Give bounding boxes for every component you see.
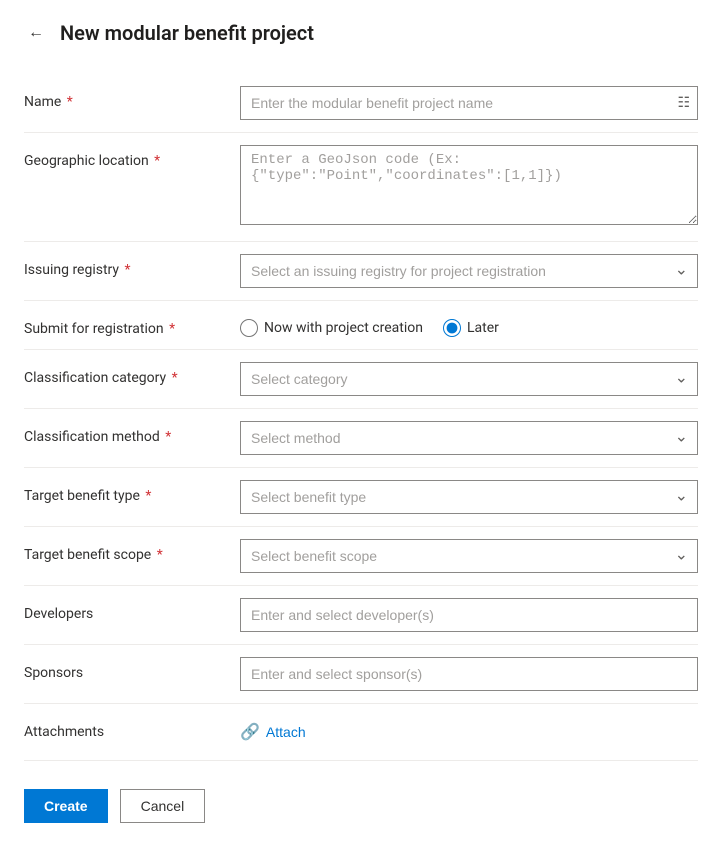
submit-now-label: Now with project creation	[264, 320, 423, 336]
cm-required-marker: *	[162, 429, 172, 445]
back-button[interactable]: ←	[24, 20, 48, 46]
submit-later-radio[interactable]	[443, 319, 461, 337]
submit-radio-group: Now with project creation Later	[240, 313, 698, 337]
attachments-row: Attachments 🔗 Attach	[24, 704, 698, 761]
benefit-type-select-wrapper: Select benefit type	[240, 480, 698, 514]
classification-method-select[interactable]: Select method	[240, 421, 698, 455]
page-header: ← New modular benefit project	[24, 20, 698, 46]
classification-category-select[interactable]: Select category	[240, 362, 698, 396]
name-row: Name * ☷	[24, 74, 698, 133]
classification-method-row: Classification method * Select method	[24, 409, 698, 468]
bs-required-marker: *	[153, 547, 163, 563]
issuing-required-marker: *	[121, 262, 131, 278]
benefit-scope-label: Target benefit scope *	[24, 539, 224, 563]
attachments-label: Attachments	[24, 716, 224, 740]
bt-required-marker: *	[142, 488, 152, 504]
create-button[interactable]: Create	[24, 789, 108, 823]
geo-row: Geographic location *	[24, 133, 698, 242]
submit-registration-field-wrapper: Now with project creation Later	[240, 313, 698, 337]
cancel-button[interactable]: Cancel	[120, 789, 206, 823]
submit-registration-row: Submit for registration * Now with proje…	[24, 301, 698, 350]
submit-later-option[interactable]: Later	[443, 319, 499, 337]
issuing-row: Issuing registry * Select an issuing reg…	[24, 242, 698, 301]
form-actions: Create Cancel	[24, 769, 698, 823]
submit-later-label: Later	[467, 320, 499, 336]
submit-required-marker: *	[166, 321, 176, 337]
geo-input[interactable]	[240, 145, 698, 225]
sponsors-field-wrapper	[240, 657, 698, 691]
issuing-select[interactable]: Select an issuing registry for project r…	[240, 254, 698, 288]
classification-method-field-wrapper: Select method	[240, 421, 698, 455]
submit-now-option[interactable]: Now with project creation	[240, 319, 423, 337]
name-input[interactable]	[240, 86, 698, 120]
submit-registration-label: Submit for registration *	[24, 313, 224, 337]
classification-category-select-wrapper: Select category	[240, 362, 698, 396]
name-input-wrapper: ☷	[240, 86, 698, 120]
classification-category-label: Classification category *	[24, 362, 224, 386]
geo-label: Geographic location *	[24, 145, 224, 169]
geo-required-marker: *	[151, 153, 161, 169]
name-field-wrapper: ☷	[240, 86, 698, 120]
classification-method-select-wrapper: Select method	[240, 421, 698, 455]
classification-category-field-wrapper: Select category	[240, 362, 698, 396]
sponsors-label: Sponsors	[24, 657, 224, 681]
geo-field-wrapper	[240, 145, 698, 229]
cc-required-marker: *	[168, 370, 178, 386]
sponsors-input[interactable]	[240, 657, 698, 691]
issuing-select-wrapper: Select an issuing registry for project r…	[240, 254, 698, 288]
benefit-type-row: Target benefit type * Select benefit typ…	[24, 468, 698, 527]
classification-method-label: Classification method *	[24, 421, 224, 445]
classification-category-row: Classification category * Select categor…	[24, 350, 698, 409]
benefit-type-field-wrapper: Select benefit type	[240, 480, 698, 514]
developers-label: Developers	[24, 598, 224, 622]
sponsors-row: Sponsors	[24, 645, 698, 704]
benefit-scope-row: Target benefit scope * Select benefit sc…	[24, 527, 698, 586]
submit-now-radio[interactable]	[240, 319, 258, 337]
benefit-type-select[interactable]: Select benefit type	[240, 480, 698, 514]
developers-field-wrapper	[240, 598, 698, 632]
page-title: New modular benefit project	[60, 21, 314, 45]
benefit-scope-select-wrapper: Select benefit scope	[240, 539, 698, 573]
attach-button[interactable]: 🔗 Attach	[240, 716, 306, 748]
name-required-marker: *	[63, 94, 73, 110]
benefit-scope-select[interactable]: Select benefit scope	[240, 539, 698, 573]
benefit-type-label: Target benefit type *	[24, 480, 224, 504]
attachments-field-wrapper: 🔗 Attach	[240, 716, 698, 748]
attach-label: Attach	[266, 724, 306, 740]
name-label: Name *	[24, 86, 224, 110]
benefit-scope-field-wrapper: Select benefit scope	[240, 539, 698, 573]
issuing-label: Issuing registry *	[24, 254, 224, 278]
attach-icon: 🔗	[240, 722, 260, 742]
developers-row: Developers	[24, 586, 698, 645]
issuing-field-wrapper: Select an issuing registry for project r…	[240, 254, 698, 288]
developers-input[interactable]	[240, 598, 698, 632]
back-arrow-icon: ←	[28, 24, 44, 42]
